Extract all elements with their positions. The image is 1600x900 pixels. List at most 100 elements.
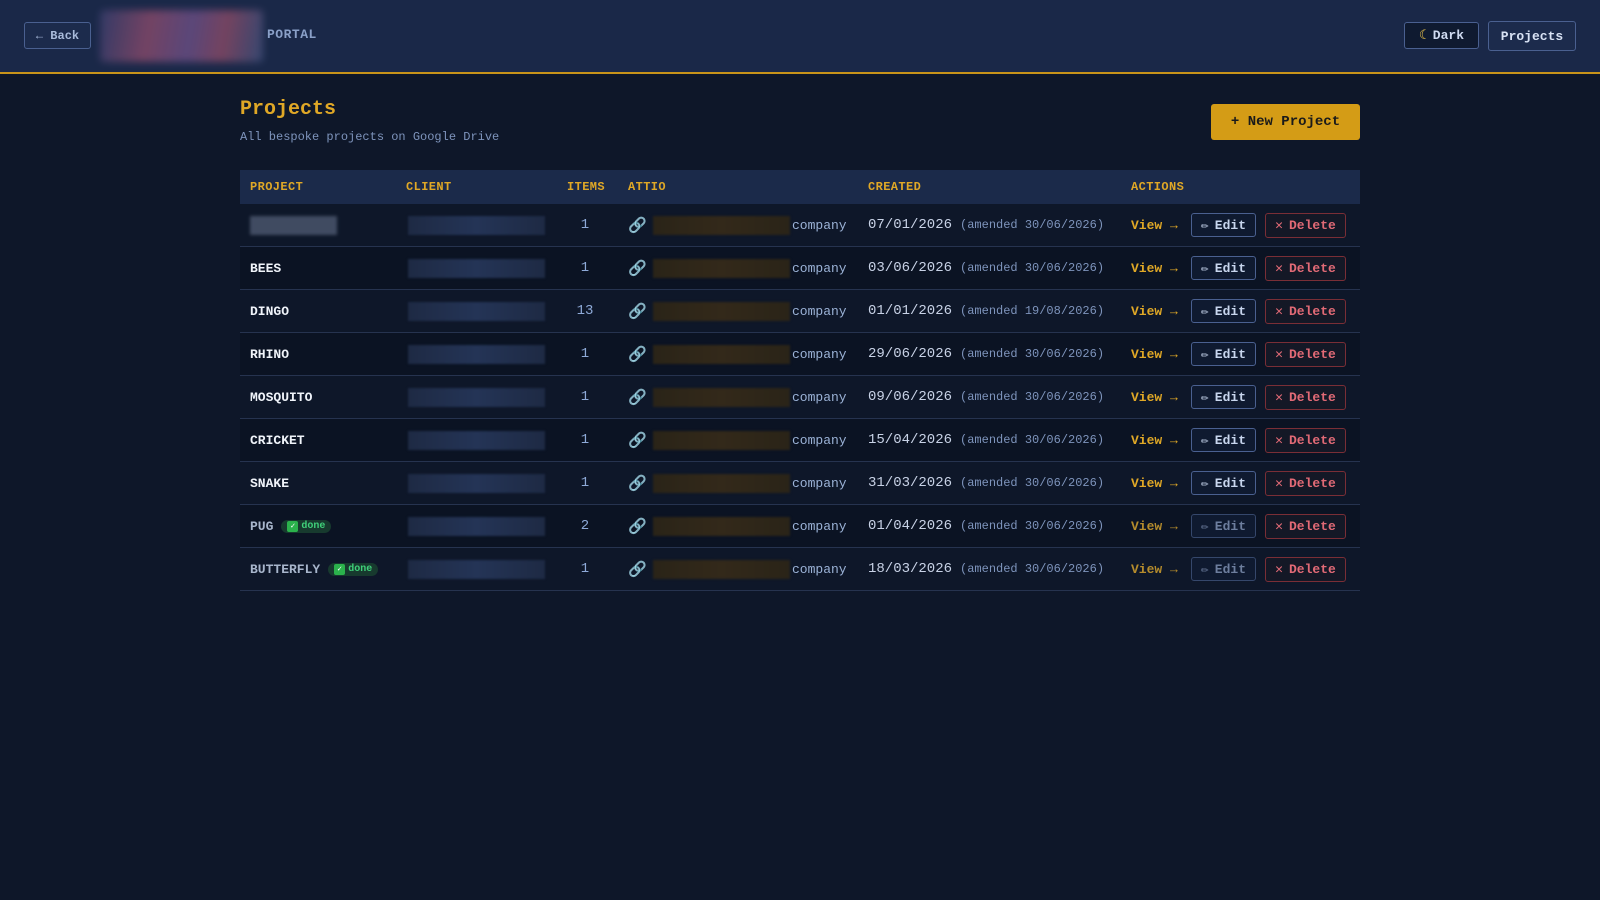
close-icon: ✕ <box>1275 261 1283 276</box>
redacted-attio-record[interactable] <box>653 216 790 235</box>
redacted-attio-record[interactable] <box>653 388 790 407</box>
view-link[interactable]: View → <box>1131 419 1178 461</box>
back-button[interactable]: ← Back <box>24 22 91 49</box>
items-count: 1 <box>580 260 590 276</box>
created-date: 03/06/2026 <box>868 260 953 276</box>
view-link[interactable]: View → <box>1131 247 1178 289</box>
link-icon[interactable]: 🔗 <box>628 548 647 590</box>
redacted-attio-record[interactable] <box>653 560 790 579</box>
delete-button[interactable]: ✕ Delete <box>1265 342 1346 367</box>
delete-button[interactable]: ✕ Delete <box>1265 471 1346 496</box>
redacted-client <box>408 388 545 407</box>
attio-record-type: company <box>792 346 847 362</box>
project-name: RHINO <box>250 346 290 362</box>
view-link[interactable]: View → <box>1131 376 1178 418</box>
amended-date: (amended 30/06/2026) <box>960 476 1105 490</box>
view-link[interactable]: View → <box>1131 462 1178 504</box>
project-name-cell: RHINO <box>250 333 289 375</box>
view-link[interactable]: View → <box>1131 204 1178 246</box>
project-name-cell: DINGO <box>250 290 289 332</box>
edit-button[interactable]: ✏ Edit <box>1191 256 1256 280</box>
delete-button[interactable]: ✕ Delete <box>1265 557 1346 582</box>
redacted-client <box>408 302 545 321</box>
items-count: 2 <box>580 518 590 534</box>
link-icon[interactable]: 🔗 <box>628 333 647 375</box>
redacted-project-name <box>250 215 337 235</box>
items-count: 1 <box>580 561 590 577</box>
delete-button[interactable]: ✕ Delete <box>1265 299 1346 324</box>
created-date-cell: 07/01/2026 (amended 30/06/2026) <box>868 204 1104 246</box>
view-link[interactable]: View → <box>1131 548 1178 590</box>
amended-date: (amended 30/06/2026) <box>960 347 1105 361</box>
redacted-attio-record[interactable] <box>653 517 790 536</box>
pencil-icon: ✏ <box>1200 346 1209 362</box>
link-icon[interactable]: 🔗 <box>628 505 647 547</box>
items-count: 13 <box>576 303 594 319</box>
pencil-icon: ✏ <box>1200 389 1209 405</box>
project-name-cell: PUG ✓ done <box>250 505 332 547</box>
edit-button[interactable]: ✏ Edit <box>1191 342 1256 366</box>
view-link[interactable]: View → <box>1131 333 1178 375</box>
done-badge: ✓ done <box>328 562 379 576</box>
delete-label: Delete <box>1289 347 1336 362</box>
delete-label: Delete <box>1289 476 1336 491</box>
edit-button[interactable]: ✏ Edit <box>1191 514 1256 538</box>
delete-button[interactable]: ✕ Delete <box>1265 385 1346 410</box>
project-name-cell: BUTTERFLY ✓ done <box>250 548 379 590</box>
delete-button[interactable]: ✕ Delete <box>1265 256 1346 281</box>
projects-nav-button[interactable]: Projects <box>1488 21 1576 51</box>
delete-button[interactable]: ✕ Delete <box>1265 428 1346 453</box>
new-project-button[interactable]: + New Project <box>1211 104 1360 140</box>
redacted-attio-record[interactable] <box>653 431 790 450</box>
edit-label: Edit <box>1214 217 1247 233</box>
project-name-cell: MOSQUITO <box>250 376 312 418</box>
edit-button[interactable]: ✏ Edit <box>1191 428 1256 452</box>
redacted-attio-record[interactable] <box>653 345 790 364</box>
edit-button[interactable]: ✏ Edit <box>1191 213 1256 237</box>
created-date: 15/04/2026 <box>868 432 953 448</box>
project-name-cell: CRICKET <box>250 419 305 461</box>
delete-button[interactable]: ✕ Delete <box>1265 213 1346 238</box>
link-icon[interactable]: 🔗 <box>628 419 647 461</box>
link-icon[interactable]: 🔗 <box>628 462 647 504</box>
moon-icon: ☾ <box>1418 28 1427 43</box>
redacted-attio-record[interactable] <box>653 259 790 278</box>
edit-label: Edit <box>1214 518 1247 534</box>
column-header-created: CREATED <box>868 180 922 194</box>
delete-label: Delete <box>1289 519 1336 534</box>
edit-button[interactable]: ✏ Edit <box>1191 471 1256 495</box>
attio-record-type: company <box>792 260 847 276</box>
amended-date: (amended 30/06/2026) <box>960 519 1105 533</box>
column-header-project: PROJECT <box>250 180 304 194</box>
delete-label: Delete <box>1289 433 1336 448</box>
theme-toggle-button[interactable]: ☾ Dark <box>1404 22 1479 49</box>
pencil-icon: ✏ <box>1200 518 1209 534</box>
amended-date: (amended 30/06/2026) <box>960 433 1105 447</box>
project-name: SNAKE <box>250 475 290 491</box>
created-date: 31/03/2026 <box>868 475 953 491</box>
link-icon[interactable]: 🔗 <box>628 204 647 246</box>
link-icon[interactable]: 🔗 <box>628 247 647 289</box>
edit-label: Edit <box>1214 561 1247 577</box>
edit-button[interactable]: ✏ Edit <box>1191 557 1256 581</box>
created-date: 01/04/2026 <box>868 518 953 534</box>
view-link[interactable]: View → <box>1131 505 1178 547</box>
view-link[interactable]: View → <box>1131 290 1178 332</box>
done-badge-label: done <box>301 520 326 532</box>
project-name: PUG <box>250 518 274 534</box>
created-date-cell: 01/01/2026 (amended 19/08/2026) <box>868 290 1104 332</box>
redacted-attio-record[interactable] <box>653 302 790 321</box>
project-name: BUTTERFLY <box>250 561 321 577</box>
close-icon: ✕ <box>1275 519 1283 534</box>
column-header-items: ITEMS <box>567 180 606 194</box>
delete-button[interactable]: ✕ Delete <box>1265 514 1346 539</box>
edit-button[interactable]: ✏ Edit <box>1191 299 1256 323</box>
edit-button[interactable]: ✏ Edit <box>1191 385 1256 409</box>
link-icon[interactable]: 🔗 <box>628 290 647 332</box>
redacted-attio-record[interactable] <box>653 474 790 493</box>
project-name: BEES <box>250 260 282 276</box>
link-icon[interactable]: 🔗 <box>628 376 647 418</box>
delete-label: Delete <box>1289 390 1336 405</box>
portal-label: PORTAL <box>267 27 317 42</box>
created-date: 01/01/2026 <box>868 303 953 319</box>
